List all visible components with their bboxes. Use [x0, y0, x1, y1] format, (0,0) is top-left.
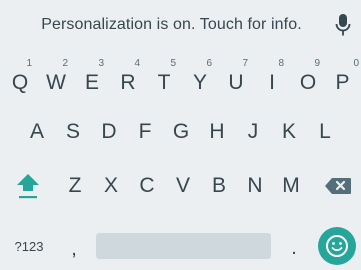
- key-label: O: [299, 71, 317, 94]
- key-label: W: [46, 71, 66, 94]
- key-v[interactable]: V: [165, 161, 201, 211]
- key-label: R: [120, 71, 136, 94]
- key-l[interactable]: L: [307, 107, 343, 157]
- key-m[interactable]: M: [273, 161, 309, 211]
- key-a[interactable]: A: [19, 107, 55, 157]
- key-label: P: [335, 71, 350, 94]
- emoji-button[interactable]: [318, 227, 356, 265]
- key-x[interactable]: X: [93, 161, 129, 211]
- personalization-message[interactable]: Personalization is on. Touch for info.: [41, 16, 302, 34]
- key-hint: 8: [278, 58, 284, 69]
- suggestion-strip[interactable]: Personalization is on. Touch for info.: [0, 0, 361, 50]
- microphone-icon[interactable]: [335, 13, 351, 37]
- smiley-face-icon: [326, 235, 348, 257]
- key-n[interactable]: N: [237, 161, 273, 211]
- key-label: H: [209, 120, 225, 143]
- key-label: U: [228, 71, 244, 94]
- key-j[interactable]: J: [235, 107, 271, 157]
- symbols-label: ?123: [14, 238, 44, 254]
- key-label: D: [101, 120, 117, 143]
- key-hint: 7: [242, 58, 248, 69]
- period-key[interactable]: .: [276, 221, 312, 270]
- key-d[interactable]: D: [91, 107, 127, 157]
- key-row-top: 1 Q 2 W 3 E 4 R 5 T 6 Y 7 U 8 I 9 O 0 P: [0, 53, 361, 103]
- key-w[interactable]: 2 W: [36, 53, 76, 103]
- key-label: M: [282, 174, 300, 197]
- key-label: Z: [68, 174, 82, 197]
- key-row-bottom: Z X C V B N M: [0, 161, 361, 211]
- comma-label: ,: [71, 237, 77, 260]
- key-hint: 3: [98, 58, 104, 69]
- backspace-icon: [325, 178, 351, 194]
- key-hint: 6: [206, 58, 212, 69]
- key-o[interactable]: 9 O: [288, 53, 328, 103]
- key-t[interactable]: 5 T: [144, 53, 184, 103]
- key-label: I: [269, 71, 275, 94]
- keyboard: Personalization is on. Touch for info. 1…: [0, 0, 361, 270]
- key-label: S: [65, 120, 80, 143]
- key-label: V: [175, 174, 190, 197]
- key-row-middle: A S D F G H J K L: [0, 107, 361, 157]
- shift-arrow-icon: [17, 174, 39, 199]
- key-label: L: [319, 120, 331, 143]
- key-label: E: [84, 71, 99, 94]
- key-y[interactable]: 6 Y: [180, 53, 220, 103]
- key-b[interactable]: B: [201, 161, 237, 211]
- key-k[interactable]: K: [271, 107, 307, 157]
- key-label: T: [157, 71, 171, 94]
- key-c[interactable]: C: [129, 161, 165, 211]
- key-p[interactable]: 0 P: [324, 53, 361, 103]
- key-g[interactable]: G: [163, 107, 199, 157]
- key-label: B: [211, 174, 226, 197]
- comma-key[interactable]: ,: [56, 221, 92, 270]
- backspace-key[interactable]: [318, 161, 358, 211]
- key-s[interactable]: S: [55, 107, 91, 157]
- key-i[interactable]: 8 I: [252, 53, 292, 103]
- key-hint: 9: [314, 58, 320, 69]
- key-hint: 4: [134, 58, 140, 69]
- key-label: X: [103, 174, 118, 197]
- key-hint: 2: [62, 58, 68, 69]
- key-label: J: [247, 120, 259, 143]
- shift-key[interactable]: [8, 161, 48, 211]
- key-label: Y: [192, 71, 207, 94]
- key-label: N: [247, 174, 263, 197]
- key-label: C: [139, 174, 155, 197]
- key-label: K: [281, 120, 296, 143]
- space-bar[interactable]: [96, 233, 271, 259]
- key-r[interactable]: 4 R: [108, 53, 148, 103]
- key-label: Q: [11, 71, 29, 94]
- key-hint: 5: [170, 58, 176, 69]
- key-z[interactable]: Z: [57, 161, 93, 211]
- key-label: G: [172, 120, 190, 143]
- key-label: F: [138, 120, 152, 143]
- key-hint: 0: [353, 58, 359, 69]
- key-label: A: [29, 120, 44, 143]
- key-q[interactable]: 1 Q: [0, 53, 40, 103]
- period-label: .: [291, 236, 297, 259]
- key-e[interactable]: 3 E: [72, 53, 112, 103]
- key-u[interactable]: 7 U: [216, 53, 256, 103]
- symbols-key[interactable]: ?123: [4, 221, 54, 270]
- key-hint: 1: [26, 58, 32, 69]
- key-f[interactable]: F: [127, 107, 163, 157]
- key-h[interactable]: H: [199, 107, 235, 157]
